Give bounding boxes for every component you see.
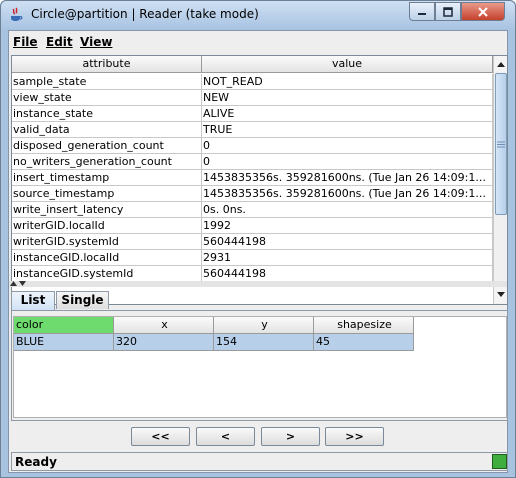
table-row[interactable]: BLUE 320 154 45 [14,334,416,351]
attribute-name: disposed_generation_count [12,138,202,153]
column-header-value[interactable]: value [202,56,493,73]
sample-grid: color x y shapesize BLUE 320 154 45 [14,317,416,351]
tab-list[interactable]: List [11,291,55,310]
attribute-table: attribute value sample_state NOT_READ vie… [11,55,508,305]
attribute-value: 2931 [202,250,493,265]
window-content: File Edit View attribute value sample_st… [8,30,508,473]
collapse-down-icon [19,281,26,286]
menu-bar: File Edit View [9,31,507,53]
attribute-value: TRUE [202,122,493,137]
attribute-name: writerGID.systemId [12,234,202,249]
sample-list-panel: color x y shapesize BLUE 320 154 45 [11,310,508,421]
attribute-name: view_state [12,90,202,105]
attribute-name: sample_state [12,74,202,89]
column-header-attribute[interactable]: attribute [12,56,202,73]
sample-table-header: color x y shapesize [14,317,416,334]
sample-table: color x y shapesize BLUE 320 154 45 [13,316,507,418]
table-row[interactable]: source_timestamp 1453835356s. 359281600ns… [12,186,493,202]
minimize-icon [418,12,426,15]
window-title: Circle@partition | Reader (take mode) [31,7,259,21]
maximize-icon [443,6,453,17]
attribute-name: writerGID.localId [12,218,202,233]
cell-x: 320 [114,334,214,351]
menu-file-label: File [13,35,38,49]
menu-view-label: View [80,35,113,49]
status-indicator-icon [492,454,507,469]
attribute-value: ALIVE [202,106,493,121]
table-row[interactable]: no_writers_generation_count 0 [12,154,493,170]
attribute-value: 560444198 [202,266,493,281]
close-button[interactable] [461,2,505,21]
menu-edit[interactable]: Edit [46,35,73,49]
column-header-shapesize[interactable]: shapesize [314,317,414,334]
grip-icon [497,141,505,147]
table-row[interactable]: write_insert_latency 0s. 0ns. [12,202,493,218]
table-row[interactable]: instance_state ALIVE [12,106,493,122]
status-bar: Ready [11,452,508,471]
attribute-value: 0 [202,154,493,169]
attribute-value: 0 [202,138,493,153]
tab-single[interactable]: Single [56,291,109,309]
menu-view[interactable]: View [80,35,112,49]
cell-y: 154 [214,334,314,351]
reader-window: Circle@partition | Reader (take mode) Fi… [0,0,516,478]
table-row[interactable]: writerGID.localId 1992 [12,218,493,234]
attribute-value: NEW [202,90,493,105]
attribute-table-scrollbar[interactable] [493,56,507,304]
attribute-name: valid_data [12,122,202,137]
attribute-value: 1453835356s. 359281600ns. (Tue Jan 26 14… [202,186,493,201]
first-page-button[interactable]: << [131,427,190,446]
attribute-name: instanceGID.localId [12,250,202,265]
table-row[interactable]: writerGID.systemId 560444198 [12,234,493,250]
cell-color: BLUE [14,334,114,351]
attribute-name: insert_timestamp [12,170,202,185]
attribute-name: instanceGID.systemId [12,266,202,281]
menu-file[interactable]: File [13,35,38,49]
java-app-icon [11,7,23,21]
table-row[interactable]: sample_state NOT_READ [12,74,493,90]
attribute-table-header: attribute value [12,56,493,73]
attribute-name: source_timestamp [12,186,202,201]
minimize-button[interactable] [409,2,435,21]
table-row[interactable]: instanceGID.localId 2931 [12,250,493,266]
next-page-button[interactable]: > [261,427,320,446]
close-icon [478,6,488,17]
arrow-down-icon [497,292,505,297]
scroll-up-button[interactable] [494,56,507,72]
attribute-name: instance_state [12,106,202,121]
last-page-button[interactable]: >> [325,427,384,446]
attribute-name: write_insert_latency [12,202,202,217]
attribute-value: 0s. 0ns. [202,202,493,217]
table-row[interactable]: disposed_generation_count 0 [12,138,493,154]
previous-page-button[interactable]: < [196,427,255,446]
maximize-button[interactable] [435,2,461,21]
scroll-down-button[interactable] [494,287,507,303]
status-text: Ready [15,455,57,469]
menu-edit-label: Edit [46,35,73,49]
collapse-up-icon [10,281,17,286]
attribute-value: 1992 [202,218,493,233]
scroll-thumb[interactable] [495,73,507,215]
column-header-y[interactable]: y [214,317,314,334]
title-bar[interactable]: Circle@partition | Reader (take mode) [1,1,515,29]
attribute-value: 1453835356s. 359281600ns. (Tue Jan 26 14… [202,170,493,185]
attribute-value: 560444198 [202,234,493,249]
table-row[interactable]: insert_timestamp 1453835356s. 359281600ns… [12,170,493,186]
column-header-x[interactable]: x [114,317,214,334]
attribute-table-body: sample_state NOT_READ view_state NEW insta… [12,74,493,282]
arrow-up-icon [497,62,505,67]
column-header-color[interactable]: color [14,317,114,334]
table-row[interactable]: view_state NEW [12,90,493,106]
split-pane-divider[interactable] [9,281,507,287]
cell-shapesize: 45 [314,334,414,351]
attribute-name: no_writers_generation_count [12,154,202,169]
attribute-value: NOT_READ [202,74,493,89]
table-row[interactable]: valid_data TRUE [12,122,493,138]
table-row[interactable]: instanceGID.systemId 560444198 [12,266,493,282]
